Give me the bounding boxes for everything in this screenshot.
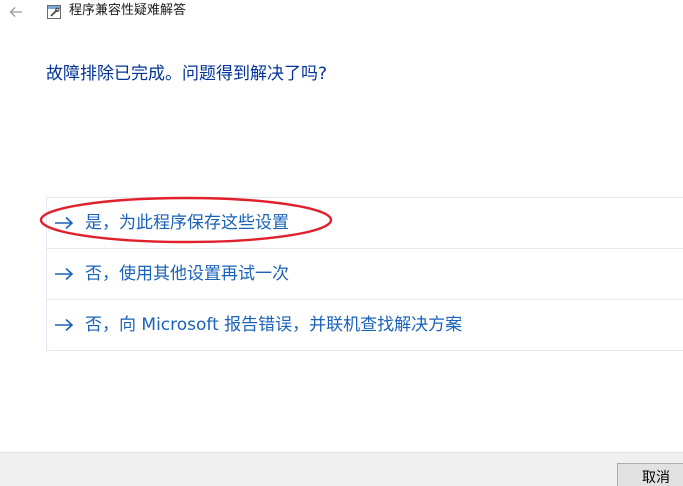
option-save-settings-label: 是，为此程序保存这些设置 [85, 213, 289, 233]
options-list: 是，为此程序保存这些设置 否，使用其他设置再试一次 否，向 Microsoft … [46, 197, 683, 351]
troubleshooter-window: 程序兼容性疑难解答 故障排除已完成。问题得到解决了吗? 是，为此程序保存这些设置… [0, 0, 683, 486]
window-title: 程序兼容性疑难解答 [69, 3, 187, 18]
question-heading: 故障排除已完成。问题得到解决了吗? [46, 64, 328, 84]
option-report-error-label: 否，向 Microsoft 报告错误，并联机查找解决方案 [85, 315, 463, 335]
option-report-error[interactable]: 否，向 Microsoft 报告错误，并联机查找解决方案 [46, 299, 683, 351]
arrow-right-icon [55, 267, 74, 281]
cancel-button[interactable]: 取消 [617, 463, 683, 486]
back-arrow-icon [9, 7, 22, 17]
option-try-other-settings-label: 否，使用其他设置再试一次 [85, 264, 289, 284]
option-save-settings[interactable]: 是，为此程序保存这些设置 [46, 197, 683, 249]
back-button[interactable] [6, 2, 26, 22]
option-try-other-settings[interactable]: 否，使用其他设置再试一次 [46, 248, 683, 300]
title-bar: 程序兼容性疑难解答 [0, 0, 683, 24]
arrow-right-icon [55, 216, 74, 230]
troubleshooter-icon [47, 5, 61, 19]
arrow-right-icon [55, 318, 74, 332]
footer-bar [0, 452, 683, 486]
